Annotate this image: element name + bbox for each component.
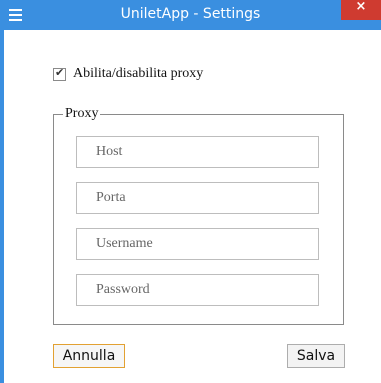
window-title: UniletApp - Settings (120, 6, 261, 22)
window-frame-left (0, 30, 4, 383)
password-field[interactable] (76, 274, 319, 306)
save-button[interactable]: Salva (287, 344, 345, 368)
title-bar: UniletApp - Settings × (0, 0, 381, 30)
host-field[interactable] (76, 136, 319, 168)
proxy-checkbox[interactable]: ✔ (53, 66, 66, 81)
cancel-button[interactable]: Annulla (53, 344, 125, 368)
checkmark-icon: ✔ (55, 66, 65, 79)
proxy-group-legend: Proxy (63, 106, 101, 122)
settings-window: UniletApp - Settings × ✔ Abilita/disabil… (0, 0, 381, 383)
close-button[interactable]: × (341, 0, 381, 20)
username-field[interactable] (76, 228, 319, 260)
port-field[interactable] (76, 182, 319, 214)
close-icon: × (355, 0, 367, 14)
proxy-toggle-label[interactable]: Abilita/disabilita proxy (73, 66, 203, 82)
